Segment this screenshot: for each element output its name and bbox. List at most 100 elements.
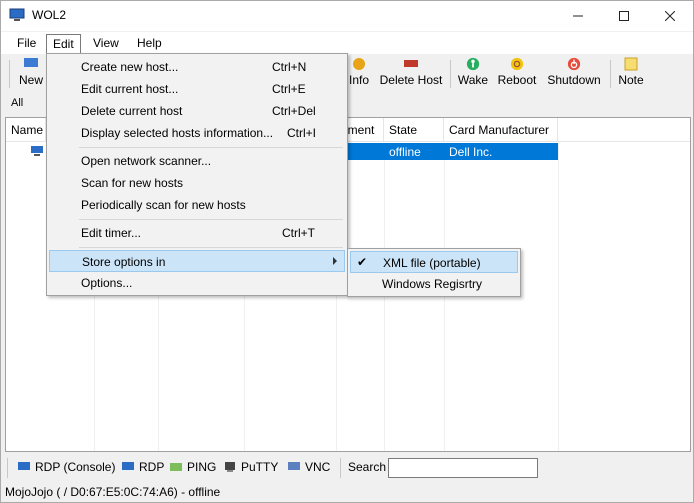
new-host-button[interactable]: New: [15, 57, 47, 93]
row-comment: [344, 143, 384, 160]
column-card-manufacturer[interactable]: Card Manufacturer: [444, 118, 558, 142]
menu-item-open-network-scanner[interactable]: Open network scanner...: [49, 150, 345, 172]
toolbar-grip: [7, 458, 8, 478]
menu-item-label: Create new host...: [81, 60, 179, 74]
info-button[interactable]: Info: [345, 57, 373, 93]
menu-item-edit-current-host[interactable]: Edit current host... Ctrl+E: [49, 78, 345, 100]
status-bar: MojoJojo ( / D0:67:E5:0C:74:A6) - offlin…: [5, 483, 691, 501]
vnc-icon: [288, 462, 300, 470]
rdp-label: RDP: [139, 460, 165, 474]
putty-button[interactable]: PuTTY: [223, 460, 278, 474]
menu-view[interactable]: View: [87, 34, 125, 53]
info-icon: [353, 58, 365, 70]
menu-item-label: Periodically scan for new hosts: [81, 198, 246, 212]
toolbar-grip: [9, 60, 10, 88]
rdp-console-label: RDP (Console): [35, 460, 116, 474]
note-label: Note: [618, 73, 644, 87]
menu-item-shortcut: Ctrl+I: [287, 126, 317, 140]
app-window: WOL2 File Edit View Help New Info Delete…: [0, 0, 694, 503]
delete-host-button[interactable]: Delete Host: [378, 57, 444, 93]
column-name[interactable]: Name: [6, 118, 46, 142]
column-state[interactable]: State: [384, 118, 444, 142]
rdp-console-icon: [18, 462, 30, 470]
quick-action-bar: RDP (Console) RDP PING PuTTY VNC Search: [5, 456, 691, 480]
rdp-console-button[interactable]: RDP (Console): [17, 460, 115, 474]
store-options-submenu: ✔ XML file (portable) Windows Regisrtry: [347, 248, 521, 297]
vnc-button[interactable]: VNC: [287, 460, 330, 474]
putty-icon: [225, 462, 235, 472]
grid-line: [558, 143, 559, 451]
wake-button[interactable]: Wake: [456, 57, 490, 93]
title-bar: WOL2: [1, 1, 693, 31]
menu-item-xml-file[interactable]: ✔ XML file (portable): [350, 251, 518, 273]
menu-item-options[interactable]: Options...: [49, 272, 345, 294]
menu-item-label: XML file (portable): [383, 256, 481, 270]
minimize-button[interactable]: [555, 1, 601, 31]
menu-item-create-new-host[interactable]: Create new host... Ctrl+N: [49, 56, 345, 78]
rdp-icon: [122, 462, 134, 470]
maximize-icon: [619, 11, 629, 21]
menu-item-delete-current-host[interactable]: Delete current host Ctrl+Del: [49, 100, 345, 122]
menu-item-label: Windows Regisrtry: [382, 277, 483, 291]
close-button[interactable]: [647, 1, 693, 31]
menu-item-label: Open network scanner...: [81, 154, 212, 168]
menu-item-label: Scan for new hosts: [81, 176, 184, 190]
menu-file[interactable]: File: [11, 34, 42, 53]
shutdown-button[interactable]: Shutdown: [545, 57, 603, 93]
tab-all[interactable]: All: [11, 97, 23, 109]
computer-icon: [9, 8, 25, 21]
row-state: offline: [384, 143, 444, 160]
row-card-manufacturer: Dell Inc.: [444, 143, 558, 160]
wake-icon: [466, 57, 480, 71]
host-computer-icon: [31, 146, 43, 156]
reboot-label: Reboot: [497, 73, 537, 87]
grid-line: [444, 143, 445, 451]
note-button[interactable]: Note: [615, 57, 647, 93]
menu-item-edit-timer[interactable]: Edit timer... Ctrl+T: [49, 222, 345, 244]
delete-host-label: Delete Host: [379, 73, 443, 87]
menu-item-scan-for-new-hosts[interactable]: Scan for new hosts: [49, 172, 345, 194]
toolbar-separator: [340, 458, 341, 478]
ping-label: PING: [187, 460, 217, 474]
vnc-label: VNC: [305, 460, 331, 474]
menu-item-label: Store options in: [82, 255, 166, 269]
checkmark-icon: ✔: [357, 255, 368, 269]
menu-edit[interactable]: Edit: [46, 34, 81, 53]
menu-item-shortcut: Ctrl+T: [282, 226, 315, 240]
menu-item-label: Delete current host: [81, 104, 183, 118]
menu-item-display-hosts-info[interactable]: Display selected hosts information... Ct…: [49, 122, 345, 144]
putty-label: PuTTY: [241, 460, 279, 474]
window-title: WOL2: [32, 8, 67, 22]
menu-item-windows-registry[interactable]: Windows Regisrtry: [350, 273, 518, 295]
search-input[interactable]: [388, 458, 538, 478]
wake-label: Wake: [457, 73, 489, 87]
menu-item-label: Display selected hosts information...: [81, 126, 274, 140]
menu-item-label: Options...: [81, 276, 133, 290]
new-host-icon: [24, 58, 38, 67]
menu-item-shortcut: Ctrl+Del: [272, 104, 316, 118]
menu-item-shortcut: Ctrl+N: [272, 60, 307, 74]
shutdown-icon: [567, 57, 581, 71]
submenu-arrow-icon: [333, 257, 337, 265]
note-icon: [624, 57, 638, 71]
search-label: Search: [348, 460, 387, 474]
ping-icon: [170, 463, 182, 471]
menu-item-label: Edit current host...: [81, 82, 179, 96]
toolbar-separator: [450, 60, 451, 88]
menu-item-store-options-in[interactable]: Store options in: [49, 250, 345, 272]
ping-button[interactable]: PING: [169, 460, 216, 474]
menu-separator: [79, 247, 343, 248]
menu-item-label: Edit timer...: [81, 226, 142, 240]
delete-host-icon: [404, 60, 418, 67]
info-label: Info: [348, 73, 369, 87]
rdp-button[interactable]: RDP: [121, 460, 164, 474]
grid-line: [384, 143, 385, 451]
minimize-icon: [573, 15, 583, 17]
maximize-button[interactable]: [601, 1, 647, 31]
reboot-button[interactable]: Reboot: [496, 57, 538, 93]
reboot-icon: [510, 57, 524, 71]
menu-item-periodic-scan[interactable]: Periodically scan for new hosts: [49, 194, 345, 216]
menu-help[interactable]: Help: [131, 34, 168, 53]
edit-menu-dropdown: Create new host... Ctrl+N Edit current h…: [46, 53, 348, 296]
status-text: MojoJojo ( / D0:67:E5:0C:74:A6) - offlin…: [5, 485, 221, 499]
